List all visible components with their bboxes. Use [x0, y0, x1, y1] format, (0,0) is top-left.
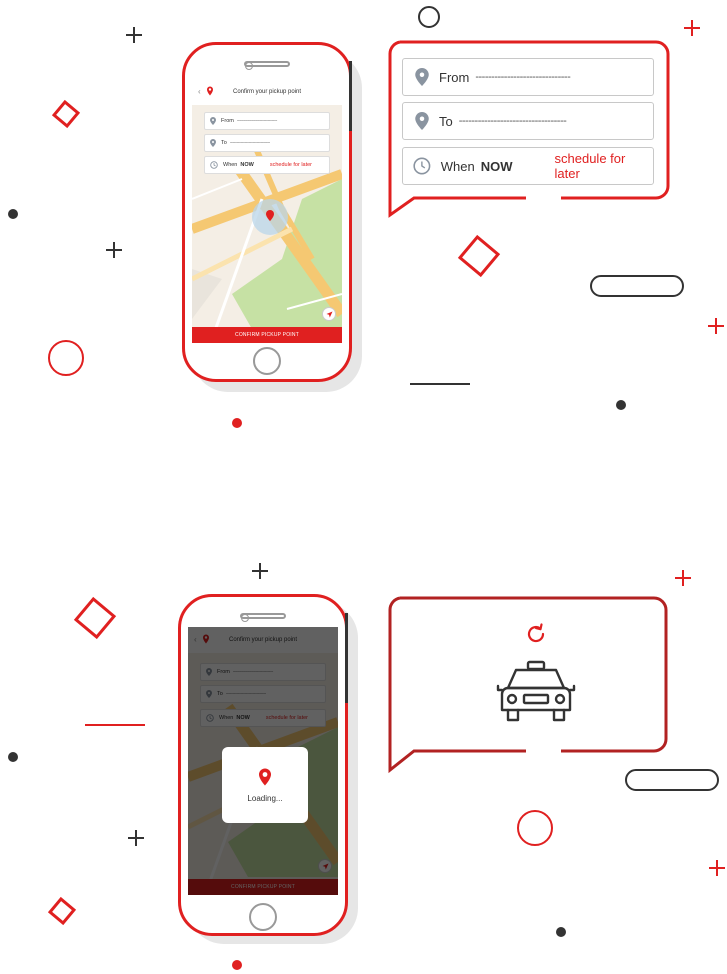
navigate-icon [326, 311, 332, 317]
plus-decoration [106, 242, 122, 258]
logo-icon [207, 86, 213, 96]
dot-decoration [616, 400, 626, 410]
to-placeholder: ------------------------------ [229, 140, 270, 146]
taxi-car-icon [496, 660, 576, 722]
clock-icon [210, 161, 218, 169]
location-pin-icon [415, 112, 429, 130]
when-field[interactable]: When NOW schedule for later [204, 156, 330, 174]
square-decoration [457, 234, 501, 278]
from-label: From [221, 118, 234, 124]
navigate-button[interactable] [322, 307, 336, 321]
from-field[interactable]: From ------------------------------ [204, 112, 330, 130]
plus-decoration [252, 563, 268, 579]
location-pin-icon [415, 68, 429, 86]
location-pin-icon [210, 117, 216, 125]
to-label: To [221, 140, 227, 146]
plus-decoration [126, 27, 142, 43]
to-placeholder: ---------------------------------- [458, 115, 567, 127]
from-placeholder: ------------------------------ [236, 118, 277, 124]
line-decoration [85, 724, 145, 726]
location-pin-icon [210, 139, 216, 147]
location-pin-icon [259, 768, 271, 785]
from-field-zoom[interactable]: From ------------------------------ [402, 58, 654, 96]
schedule-later-link[interactable]: schedule for later [270, 162, 312, 168]
phone-frame: ‹ Confirm your pickup point From -------… [182, 42, 352, 382]
to-label: To [439, 113, 453, 129]
phone-frame: ‹ Confirm your pickup point From -------… [178, 594, 348, 936]
plus-decoration [128, 830, 144, 846]
refresh-icon [527, 623, 545, 643]
from-label: From [439, 69, 470, 85]
when-field-zoom[interactable]: When NOW schedule for later [402, 147, 654, 185]
pill-decoration [590, 275, 684, 297]
circle-decoration [418, 6, 440, 28]
square-decoration [73, 596, 117, 640]
app-screen: ‹ Confirm your pickup point From -------… [192, 79, 342, 343]
when-label: When [223, 162, 238, 168]
plus-decoration [675, 570, 691, 586]
speaker-grille [244, 61, 290, 67]
confirm-pickup-button[interactable]: CONFIRM PICKUP POINT [192, 327, 342, 343]
top-bar: ‹ Confirm your pickup point [192, 79, 342, 105]
back-icon[interactable]: ‹ [198, 87, 201, 96]
page-title: Confirm your pickup point [232, 89, 302, 95]
when-label: When [440, 158, 475, 174]
schedule-later-link[interactable]: schedule for later [555, 151, 653, 181]
to-field[interactable]: To ------------------------------ [204, 134, 330, 152]
loading-dialog: Loading... [222, 747, 308, 823]
when-value: NOW [240, 162, 254, 168]
plus-decoration [708, 318, 724, 334]
dot-decoration [556, 927, 566, 937]
square-decoration [47, 896, 77, 926]
dot-decoration [8, 752, 18, 762]
circle-decoration [48, 340, 84, 376]
dot-decoration [232, 960, 242, 970]
home-button [253, 347, 281, 375]
dot-decoration [8, 209, 18, 219]
plus-decoration [709, 860, 725, 876]
speaker-grille [240, 613, 286, 619]
loading-text: Loading... [247, 793, 283, 803]
from-placeholder: ------------------------------ [475, 71, 571, 83]
to-field-zoom[interactable]: To ---------------------------------- [402, 102, 654, 140]
app-screen: ‹ Confirm your pickup point From -------… [188, 627, 338, 895]
square-decoration [51, 99, 81, 129]
line-decoration [410, 383, 470, 385]
clock-icon [413, 157, 431, 175]
dot-decoration [232, 418, 242, 428]
plus-decoration [684, 20, 700, 36]
circle-decoration [517, 810, 553, 846]
home-button [249, 903, 277, 931]
when-value: NOW [480, 158, 513, 174]
